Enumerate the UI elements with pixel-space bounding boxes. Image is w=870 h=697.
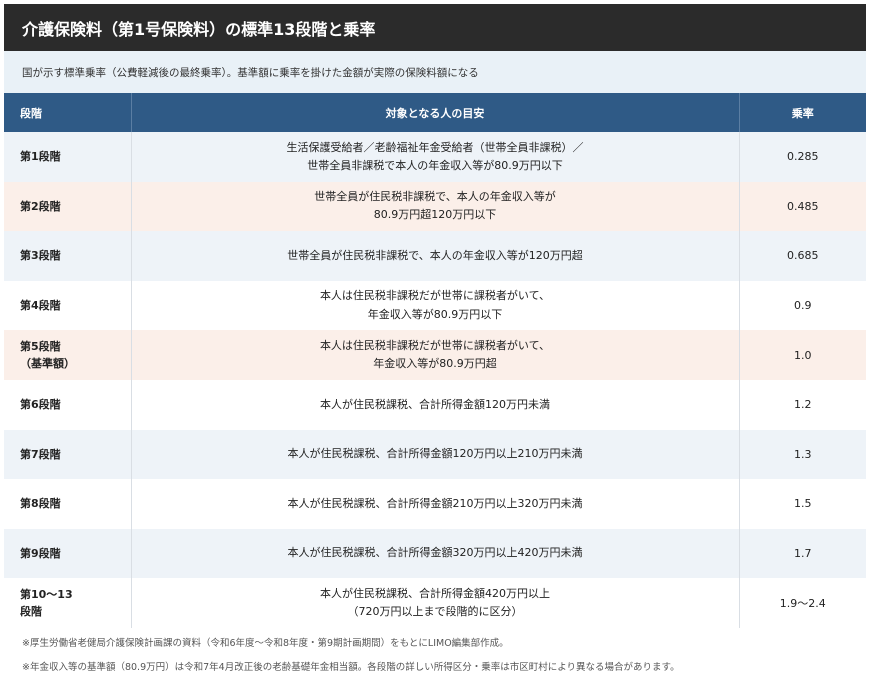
rate-cell: 1.2 xyxy=(739,379,866,430)
document: 介護保険料（第1号保険料）の標準13段階と乗率 国が示す標準乗率（公費軽減後の最… xyxy=(0,0,870,697)
header-level: 段階 xyxy=(4,93,132,132)
description-line: 本人が住民税課税、合計所得金額120万円以上210万円未満 xyxy=(287,447,583,461)
table-row: 第1段階 生活保護受給者／老齢福祉年金受給者（世帯全員非課税）／ 世帯全員非課税で本… xyxy=(4,132,866,182)
rate-cell: 1.9～2.4 xyxy=(739,578,866,628)
description-line: 年金収入等が80.9万円超 xyxy=(373,357,497,371)
footnotes: ※厚生労働省老健局介護保険計画課の資料（令和6年度～令和8年度・第9期計画期間）… xyxy=(22,636,680,684)
level-cell: 第9段階 xyxy=(4,528,132,579)
footnote-pension: ※年金収入等の基準額（80.9万円）は令和7年4月改正後の老齢基礎年金相当額。各… xyxy=(22,662,680,673)
table-row: 第9段階 本人が住民税課税、合計所得金額320万円以上420万円未満 1.7 xyxy=(4,528,866,579)
description-cell: 本人が住民税課税、合計所得金額320万円以上420万円未満 xyxy=(131,528,740,579)
description-line: 生活保護受給者／老齢福祉年金受給者（世帯全員非課税）／ xyxy=(286,140,584,154)
table-row: 第10～13 段階 本人が住民税課税、合計所得金額420万円以上 （720万円以上まで… xyxy=(4,578,866,628)
level-label: 第7段階 xyxy=(20,447,61,461)
table-row: 第4段階 本人は住民税非課税だが世帯に課税者がいて、 年金収入等が80.9万円以下 0… xyxy=(4,280,866,331)
level-label: 第5段階 xyxy=(20,339,61,353)
level-label: （基準額） xyxy=(20,357,75,371)
description-line: 本人が住民税課税、合計所得金額320万円以上420万円未満 xyxy=(287,546,583,560)
table-row: 第5段階 （基準額） 本人は住民税非課税だが世帯に課税者がいて、 年金収入等が80.9… xyxy=(4,330,866,380)
table-subtitle: 国が示す標準乗率（公費軽減後の最終乗率）。基準額に乗率を掛けた金額が実際の保険料… xyxy=(4,51,866,93)
description-line: 本人は住民税非課税だが世帯に課税者がいて、 xyxy=(319,339,551,353)
level-cell: 第7段階 xyxy=(4,429,132,480)
rate-cell: 1.5 xyxy=(739,479,866,529)
level-label: 段階 xyxy=(20,605,42,619)
description-cell: 世帯全員が住民税非課税で、本人の年金収入等が 80.9万円超120万円以下 xyxy=(131,181,740,232)
level-label: 第3段階 xyxy=(20,249,61,263)
rate-cell: 1.0 xyxy=(739,330,866,380)
description-line: 本人が住民税課税、合計所得金額420万円以上 xyxy=(320,587,550,600)
description-cell: 本人が住民税課税、合計所得金額120万円未満 xyxy=(131,379,740,430)
table-body: 第1段階 生活保護受給者／老齢福祉年金受給者（世帯全員非課税）／ 世帯全員非課税で本… xyxy=(4,132,866,628)
level-label: 第8段階 xyxy=(20,497,61,511)
table-row: 第6段階 本人が住民税課税、合計所得金額120万円未満 1.2 xyxy=(4,379,866,430)
description-line: 年金収入等が80.9万円以下 xyxy=(367,307,503,321)
level-label: 第4段階 xyxy=(20,298,61,312)
description-line: （720万円以上まで段階的に区分） xyxy=(347,605,523,619)
premium-table: 段階 対象となる人の目安 乗率 第1段階 生活保護受給者／老齢福祉年金受給者（世帯… xyxy=(4,93,866,628)
level-cell: 第10～13 段階 xyxy=(4,578,132,628)
description-line: 世帯全員非課税で本人の年金収入等が80.9万円以下 xyxy=(307,158,563,172)
table-row: 第3段階 世帯全員が住民税非課税で、本人の年金収入等が120万円超 0.685 xyxy=(4,231,866,281)
rate-cell: 0.485 xyxy=(739,181,866,232)
description-line: 本人が住民税課税、合計所得金額210万円以上320万円未満 xyxy=(287,496,583,510)
description-line: 本人は住民税非課税だが世帯に課税者がいて、 xyxy=(319,289,551,303)
footnote-source: ※厚生労働省老健局介護保険計画課の資料（令和6年度～令和8年度・第9期計画期間）… xyxy=(22,638,509,649)
rate-cell: 0.9 xyxy=(739,280,866,331)
level-cell: 第2段階 xyxy=(4,181,132,232)
level-label: 第10～13 xyxy=(20,587,73,601)
header-target: 対象となる人の目安 xyxy=(131,93,740,132)
description-cell: 本人が住民税課税、合計所得金額120万円以上210万円未満 xyxy=(131,429,740,480)
description-line: 80.9万円超120万円以下 xyxy=(373,208,497,222)
description-cell: 本人は住民税非課税だが世帯に課税者がいて、 年金収入等が80.9万円以下 xyxy=(131,280,740,331)
header-rate: 乗率 xyxy=(739,93,866,132)
description-line: 世帯全員が住民税非課税で、本人の年金収入等が xyxy=(314,190,556,204)
description-cell: 本人は住民税非課税だが世帯に課税者がいて、 年金収入等が80.9万円超 xyxy=(131,330,740,380)
description-line: 本人が住民税課税、合計所得金額120万円未満 xyxy=(320,397,550,411)
description-line: 世帯全員が住民税非課税で、本人の年金収入等が120万円超 xyxy=(287,248,583,262)
description-cell: 世帯全員が住民税非課税で、本人の年金収入等が120万円超 xyxy=(131,231,740,281)
table-row: 第2段階 世帯全員が住民税非課税で、本人の年金収入等が 80.9万円超120万円以下… xyxy=(4,181,866,232)
rate-cell: 1.7 xyxy=(739,528,866,579)
level-cell: 第8段階 xyxy=(4,479,132,529)
level-cell: 第1段階 xyxy=(4,132,132,182)
level-label: 第9段階 xyxy=(20,546,61,560)
level-label: 第6段階 xyxy=(20,397,61,411)
description-cell: 本人が住民税課税、合計所得金額420万円以上 （720万円以上まで段階的に区分） xyxy=(131,578,740,628)
level-cell: 第3段階 xyxy=(4,231,132,281)
rate-cell: 1.3 xyxy=(739,429,866,480)
rate-cell: 0.685 xyxy=(739,231,866,281)
rate-cell: 0.285 xyxy=(739,132,866,182)
description-cell: 生活保護受給者／老齢福祉年金受給者（世帯全員非課税）／ 世帯全員非課税で本人の年金… xyxy=(131,132,740,182)
table-row: 第8段階 本人が住民税課税、合計所得金額210万円以上320万円未満 1.5 xyxy=(4,479,866,529)
table-title: 介護保険料（第1号保険料）の標準13段階と乗率 xyxy=(4,4,866,51)
table-row: 第7段階 本人が住民税課税、合計所得金額120万円以上210万円未満 1.3 xyxy=(4,429,866,480)
level-label: 第1段階 xyxy=(20,150,61,163)
level-cell: 第6段階 xyxy=(4,379,132,430)
level-cell: 第5段階 （基準額） xyxy=(4,330,132,380)
table-header-row: 段階 対象となる人の目安 乗率 xyxy=(4,93,866,132)
level-cell: 第4段階 xyxy=(4,280,132,331)
description-cell: 本人が住民税課税、合計所得金額210万円以上320万円未満 xyxy=(131,479,740,529)
level-label: 第2段階 xyxy=(20,199,61,213)
